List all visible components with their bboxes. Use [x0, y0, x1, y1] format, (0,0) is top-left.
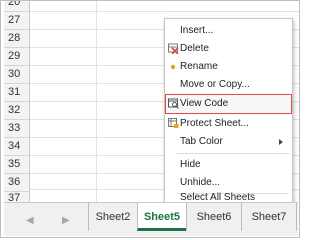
row-header[interactable]: 28 [4, 30, 29, 48]
row-header[interactable]: 32 [4, 102, 29, 120]
submenu-arrow-icon [279, 139, 283, 145]
sheet-tab-label: Sheet6 [196, 211, 232, 223]
row-header[interactable]: 29 [4, 48, 29, 66]
menu-item-move-or-copy[interactable]: Move or Copy... [166, 76, 291, 94]
menu-item-label: View Code [180, 98, 229, 109]
menu-item-label: Hide [180, 159, 201, 170]
row-header[interactable]: 30 [4, 66, 29, 84]
scroll-tabs-left-icon[interactable]: ◀ [26, 215, 34, 226]
menu-item-insert[interactable]: Insert... [166, 22, 291, 40]
menu-item-view-code[interactable]: View Code [165, 94, 292, 114]
delete-sheet-icon [168, 43, 179, 55]
view-code-icon [168, 98, 179, 109]
menu-separator [177, 153, 289, 154]
row-header[interactable]: 33 [4, 120, 29, 138]
row-header[interactable]: 31 [4, 84, 29, 102]
scroll-tabs-right-icon[interactable]: ▶ [62, 215, 70, 226]
sheet-tab-sheet7[interactable]: Sheet7 [241, 203, 297, 231]
sheet-tab-bar: ◀ ▶ Sheet2 Sheet5 Sheet6 Sheet7 [4, 202, 298, 236]
sheet-tab-label: Sheet2 [95, 211, 131, 223]
sheet-tab-context-menu: Insert... Delete Rename Move or Copy... [164, 18, 293, 205]
menu-item-label: Unhide... [180, 177, 221, 188]
menu-item-label: Protect Sheet... [180, 118, 249, 129]
menu-item-hide[interactable]: Hide [166, 156, 291, 174]
grid-column-line [96, 1, 97, 202]
sheet-tab-sheet2[interactable]: Sheet2 [88, 203, 138, 231]
menu-item-label: Tab Color [180, 136, 223, 147]
menu-item-rename[interactable]: Rename [166, 58, 291, 76]
sheet-tab-sheet6[interactable]: Sheet6 [186, 203, 242, 231]
menu-item-label: Delete [180, 43, 209, 54]
row-header[interactable]: 35 [4, 156, 29, 174]
menu-item-tab-color[interactable]: Tab Color [166, 133, 291, 151]
menu-item-label: Move or Copy... [180, 79, 250, 90]
menu-item-label: Rename [180, 61, 218, 72]
menu-item-label: Insert... [180, 25, 214, 36]
menu-item-delete[interactable]: Delete [166, 40, 291, 58]
menu-item-protect-sheet[interactable]: Protect Sheet... [166, 115, 291, 133]
row-header[interactable]: 27 [4, 12, 29, 30]
grid-line [30, 11, 299, 12]
protect-sheet-icon [168, 118, 179, 129]
rename-dot-icon [168, 61, 179, 72]
sheet-tab-label: Sheet7 [251, 211, 287, 223]
row-header[interactable]: 34 [4, 138, 29, 156]
spreadsheet-area: 20 27 28 29 30 31 32 33 34 35 36 37 38 I… [0, 0, 300, 238]
sheet-tab-sheet5[interactable]: Sheet5 [137, 203, 187, 231]
menu-item-unhide[interactable]: Unhide... [166, 174, 291, 192]
row-header[interactable]: 20 [4, 1, 29, 12]
sheet-tab-label: Sheet5 [143, 211, 181, 223]
